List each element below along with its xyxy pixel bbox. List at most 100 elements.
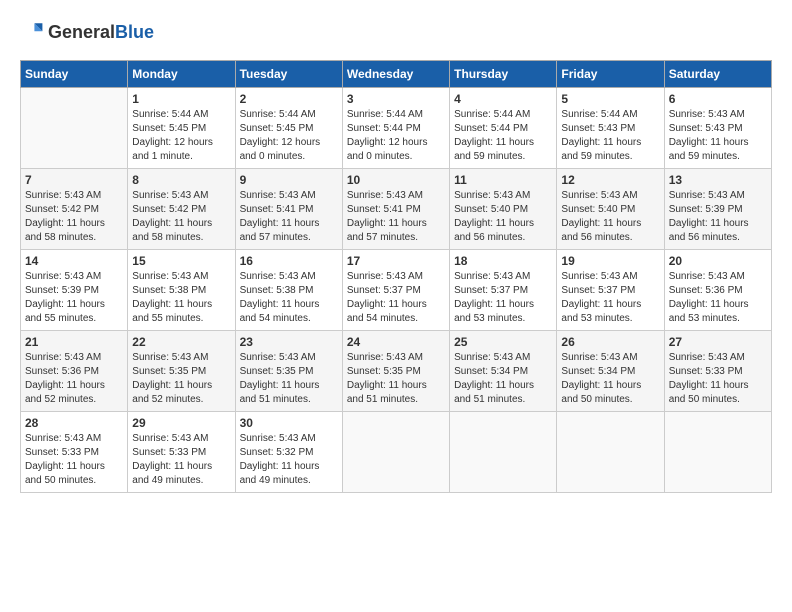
day-info: Sunrise: 5:43 AMSunset: 5:33 PMDaylight:… [669, 351, 767, 407]
day-number: 7 [25, 173, 123, 187]
day-info: Sunrise: 5:43 AMSunset: 5:39 PMDaylight:… [669, 189, 767, 245]
day-number: 5 [561, 92, 659, 106]
calendar-cell: 23 Sunrise: 5:43 AMSunset: 5:35 PMDayligh… [235, 331, 342, 412]
day-number: 18 [454, 254, 552, 268]
day-info: Sunrise: 5:43 AMSunset: 5:42 PMDaylight:… [132, 189, 230, 245]
day-number: 4 [454, 92, 552, 106]
day-info: Sunrise: 5:43 AMSunset: 5:38 PMDaylight:… [240, 270, 338, 326]
calendar-cell: 29 Sunrise: 5:43 AMSunset: 5:33 PMDayligh… [128, 412, 235, 493]
calendar-cell: 3 Sunrise: 5:44 AMSunset: 5:44 PMDaylight… [342, 88, 449, 169]
calendar-cell [664, 412, 771, 493]
logo-icon [20, 20, 44, 44]
day-number: 10 [347, 173, 445, 187]
day-number: 23 [240, 335, 338, 349]
day-number: 29 [132, 416, 230, 430]
column-header-wednesday: Wednesday [342, 61, 449, 88]
calendar-cell: 18 Sunrise: 5:43 AMSunset: 5:37 PMDayligh… [450, 250, 557, 331]
day-info: Sunrise: 5:43 AMSunset: 5:35 PMDaylight:… [347, 351, 445, 407]
day-number: 6 [669, 92, 767, 106]
day-info: Sunrise: 5:44 AMSunset: 5:45 PMDaylight:… [240, 108, 338, 164]
calendar-cell: 5 Sunrise: 5:44 AMSunset: 5:43 PMDaylight… [557, 88, 664, 169]
calendar-cell: 22 Sunrise: 5:43 AMSunset: 5:35 PMDayligh… [128, 331, 235, 412]
day-number: 16 [240, 254, 338, 268]
day-number: 25 [454, 335, 552, 349]
day-info: Sunrise: 5:43 AMSunset: 5:40 PMDaylight:… [561, 189, 659, 245]
day-number: 8 [132, 173, 230, 187]
calendar-cell [21, 88, 128, 169]
calendar-cell: 16 Sunrise: 5:43 AMSunset: 5:38 PMDayligh… [235, 250, 342, 331]
calendar-cell: 7 Sunrise: 5:43 AMSunset: 5:42 PMDaylight… [21, 169, 128, 250]
column-header-thursday: Thursday [450, 61, 557, 88]
day-number: 19 [561, 254, 659, 268]
logo-text: GeneralBlue [48, 22, 154, 43]
day-info: Sunrise: 5:44 AMSunset: 5:43 PMDaylight:… [561, 108, 659, 164]
day-number: 24 [347, 335, 445, 349]
day-info: Sunrise: 5:43 AMSunset: 5:34 PMDaylight:… [561, 351, 659, 407]
day-number: 22 [132, 335, 230, 349]
calendar-cell: 24 Sunrise: 5:43 AMSunset: 5:35 PMDayligh… [342, 331, 449, 412]
calendar-cell: 10 Sunrise: 5:43 AMSunset: 5:41 PMDayligh… [342, 169, 449, 250]
day-info: Sunrise: 5:43 AMSunset: 5:37 PMDaylight:… [561, 270, 659, 326]
calendar-cell: 27Sunrise: 5:43 AMSunset: 5:33 PMDayligh… [664, 331, 771, 412]
day-number: 13 [669, 173, 767, 187]
day-info: Sunrise: 5:43 AMSunset: 5:34 PMDaylight:… [454, 351, 552, 407]
calendar-cell: 20Sunrise: 5:43 AMSunset: 5:36 PMDayligh… [664, 250, 771, 331]
day-info: Sunrise: 5:44 AMSunset: 5:45 PMDaylight:… [132, 108, 230, 164]
calendar-cell: 14 Sunrise: 5:43 AMSunset: 5:39 PMDayligh… [21, 250, 128, 331]
day-info: Sunrise: 5:43 AMSunset: 5:40 PMDaylight:… [454, 189, 552, 245]
day-info: Sunrise: 5:43 AMSunset: 5:41 PMDaylight:… [347, 189, 445, 245]
day-info: Sunrise: 5:44 AMSunset: 5:44 PMDaylight:… [454, 108, 552, 164]
day-number: 1 [132, 92, 230, 106]
day-info: Sunrise: 5:43 AMSunset: 5:39 PMDaylight:… [25, 270, 123, 326]
day-info: Sunrise: 5:43 AMSunset: 5:36 PMDaylight:… [25, 351, 123, 407]
calendar-cell: 25 Sunrise: 5:43 AMSunset: 5:34 PMDayligh… [450, 331, 557, 412]
calendar-cell: 4 Sunrise: 5:44 AMSunset: 5:44 PMDaylight… [450, 88, 557, 169]
day-number: 26 [561, 335, 659, 349]
calendar-cell: 13 Sunrise: 5:43 AMSunset: 5:39 PMDayligh… [664, 169, 771, 250]
day-number: 30 [240, 416, 338, 430]
day-info: Sunrise: 5:44 AMSunset: 5:44 PMDaylight:… [347, 108, 445, 164]
page-header: GeneralBlue [20, 20, 772, 44]
column-header-monday: Monday [128, 61, 235, 88]
calendar-cell: 12 Sunrise: 5:43 AMSunset: 5:40 PMDayligh… [557, 169, 664, 250]
day-number: 2 [240, 92, 338, 106]
calendar-cell [450, 412, 557, 493]
day-info: Sunrise: 5:43 AMSunset: 5:38 PMDaylight:… [132, 270, 230, 326]
calendar-cell: 26 Sunrise: 5:43 AMSunset: 5:34 PMDayligh… [557, 331, 664, 412]
day-number: 12 [561, 173, 659, 187]
calendar-cell: 8 Sunrise: 5:43 AMSunset: 5:42 PMDaylight… [128, 169, 235, 250]
calendar-cell: 9Sunrise: 5:43 AMSunset: 5:41 PMDaylight… [235, 169, 342, 250]
logo: GeneralBlue [20, 20, 154, 44]
day-number: 21 [25, 335, 123, 349]
day-info: Sunrise: 5:43 AMSunset: 5:35 PMDaylight:… [132, 351, 230, 407]
day-number: 28 [25, 416, 123, 430]
column-header-sunday: Sunday [21, 61, 128, 88]
calendar-cell: 17Sunrise: 5:43 AMSunset: 5:37 PMDayligh… [342, 250, 449, 331]
day-info: Sunrise: 5:43 AMSunset: 5:37 PMDaylight:… [454, 270, 552, 326]
calendar-cell: 28 Sunrise: 5:43 AMSunset: 5:33 PMDayligh… [21, 412, 128, 493]
day-number: 9 [240, 173, 338, 187]
day-info: Sunrise: 5:43 AMSunset: 5:32 PMDaylight:… [240, 432, 338, 488]
day-number: 14 [25, 254, 123, 268]
day-info: Sunrise: 5:43 AMSunset: 5:35 PMDaylight:… [240, 351, 338, 407]
calendar-cell: 6 Sunrise: 5:43 AMSunset: 5:43 PMDaylight… [664, 88, 771, 169]
day-info: Sunrise: 5:43 AMSunset: 5:33 PMDaylight:… [132, 432, 230, 488]
calendar-cell: 2 Sunrise: 5:44 AMSunset: 5:45 PMDaylight… [235, 88, 342, 169]
calendar-cell [342, 412, 449, 493]
column-header-friday: Friday [557, 61, 664, 88]
calendar-cell [557, 412, 664, 493]
calendar-table: SundayMondayTuesdayWednesdayThursdayFrid… [20, 60, 772, 493]
day-info: Sunrise: 5:43 AMSunset: 5:36 PMDaylight:… [669, 270, 767, 326]
calendar-cell: 30 Sunrise: 5:43 AMSunset: 5:32 PMDayligh… [235, 412, 342, 493]
day-info: Sunrise: 5:43 AMSunset: 5:43 PMDaylight:… [669, 108, 767, 164]
day-info: Sunrise: 5:43 AMSunset: 5:33 PMDaylight:… [25, 432, 123, 488]
calendar-cell: 11 Sunrise: 5:43 AMSunset: 5:40 PMDayligh… [450, 169, 557, 250]
day-number: 15 [132, 254, 230, 268]
calendar-cell: 21 Sunrise: 5:43 AMSunset: 5:36 PMDayligh… [21, 331, 128, 412]
day-number: 11 [454, 173, 552, 187]
calendar-cell: 15 Sunrise: 5:43 AMSunset: 5:38 PMDayligh… [128, 250, 235, 331]
column-header-saturday: Saturday [664, 61, 771, 88]
day-number: 17 [347, 254, 445, 268]
day-number: 3 [347, 92, 445, 106]
day-info: Sunrise: 5:43 AMSunset: 5:42 PMDaylight:… [25, 189, 123, 245]
